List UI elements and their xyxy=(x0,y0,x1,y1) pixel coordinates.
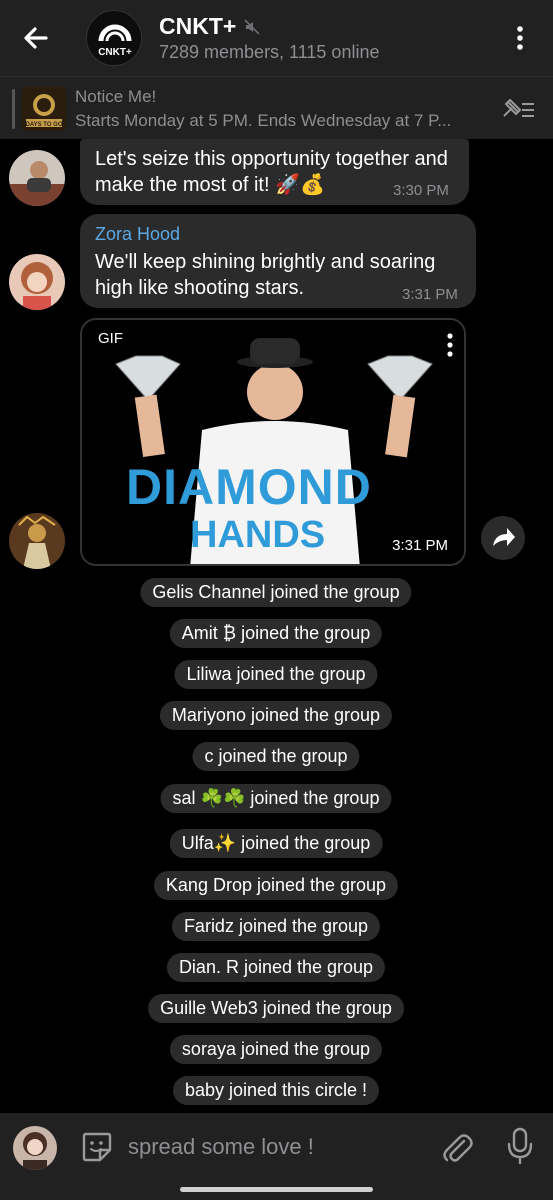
system-message: Liliwa joined the group xyxy=(174,660,378,689)
attach-paperclip-icon[interactable] xyxy=(440,1129,474,1165)
member-count: 7289 members, 1115 online xyxy=(159,42,380,62)
home-indicator xyxy=(180,1187,373,1192)
system-message: c joined the group xyxy=(192,742,360,771)
forward-icon xyxy=(493,528,515,546)
more-options-icon[interactable] xyxy=(508,24,532,52)
pinned-indicator xyxy=(12,89,15,129)
cnkt-logo-icon: CNKT+ xyxy=(87,11,141,65)
sender-avatar-zora[interactable] xyxy=(9,254,65,310)
pinned-thumbnail: DAYS TO GO xyxy=(22,87,66,131)
gif-badge: GIF xyxy=(98,330,123,347)
pinned-title: Notice Me! xyxy=(75,87,157,106)
pinned-list-icon[interactable] xyxy=(500,94,538,124)
gif-more-icon[interactable] xyxy=(444,332,456,358)
sender-avatar[interactable] xyxy=(9,150,65,206)
back-arrow-icon[interactable] xyxy=(18,20,54,56)
pinned-message-bar[interactable]: DAYS TO GO Notice Me! Starts Monday at 5… xyxy=(0,76,553,139)
microphone-icon[interactable] xyxy=(505,1127,535,1165)
pinned-thumb-label: DAYS TO GO xyxy=(25,122,62,128)
chat-header: CNKT+ CNKT+ 7289 members, 1115 online xyxy=(0,0,553,76)
message-time: 3:30 PM xyxy=(393,182,449,199)
message-bubble[interactable]: Zora Hood We'll keep shining brightly an… xyxy=(80,214,476,308)
avatar-label: CNKT+ xyxy=(98,47,132,58)
sender-name[interactable]: Zora Hood xyxy=(95,224,180,245)
system-message: Gelis Channel joined the group xyxy=(140,578,412,607)
system-message: Faridz joined the group xyxy=(171,912,381,941)
message-input[interactable] xyxy=(128,1129,428,1165)
sender-avatar[interactable] xyxy=(9,513,65,569)
system-message: Kang Drop joined the group xyxy=(153,871,399,900)
gif-caption-line2: HANDS xyxy=(190,514,326,556)
system-message: Dian. R joined the group xyxy=(166,953,386,982)
group-avatar[interactable]: CNKT+ xyxy=(86,10,142,66)
system-message: Mariyono joined the group xyxy=(159,701,393,730)
message-composer xyxy=(0,1113,553,1200)
system-message: sal ☘️☘️ joined the group xyxy=(160,784,392,813)
system-message: Amit ₿ joined the group xyxy=(169,619,383,648)
gif-caption-line1: DIAMOND xyxy=(126,459,372,515)
group-title[interactable]: CNKT+ xyxy=(159,13,260,40)
message-time: 3:31 PM xyxy=(392,537,448,554)
mute-icon xyxy=(244,18,260,35)
forward-button[interactable] xyxy=(481,516,525,560)
gif-message[interactable]: GIF DIAMOND HANDS 3:31 PM xyxy=(80,318,466,566)
system-message: baby joined this circle ! xyxy=(172,1076,380,1105)
message-time: 3:31 PM xyxy=(402,286,458,303)
system-message: Guille Web3 joined the group xyxy=(148,994,404,1023)
my-avatar[interactable] xyxy=(13,1126,57,1170)
sticker-emoji-icon[interactable] xyxy=(80,1130,114,1164)
system-message: soraya joined the group xyxy=(169,1035,383,1064)
pinned-text: Starts Monday at 5 PM. Ends Wednesday at… xyxy=(75,111,452,130)
system-message: Ulfa✨ joined the group xyxy=(169,829,383,858)
message-bubble[interactable]: Let's seize this opportunity together an… xyxy=(80,139,469,205)
group-name: CNKT+ xyxy=(159,13,237,39)
